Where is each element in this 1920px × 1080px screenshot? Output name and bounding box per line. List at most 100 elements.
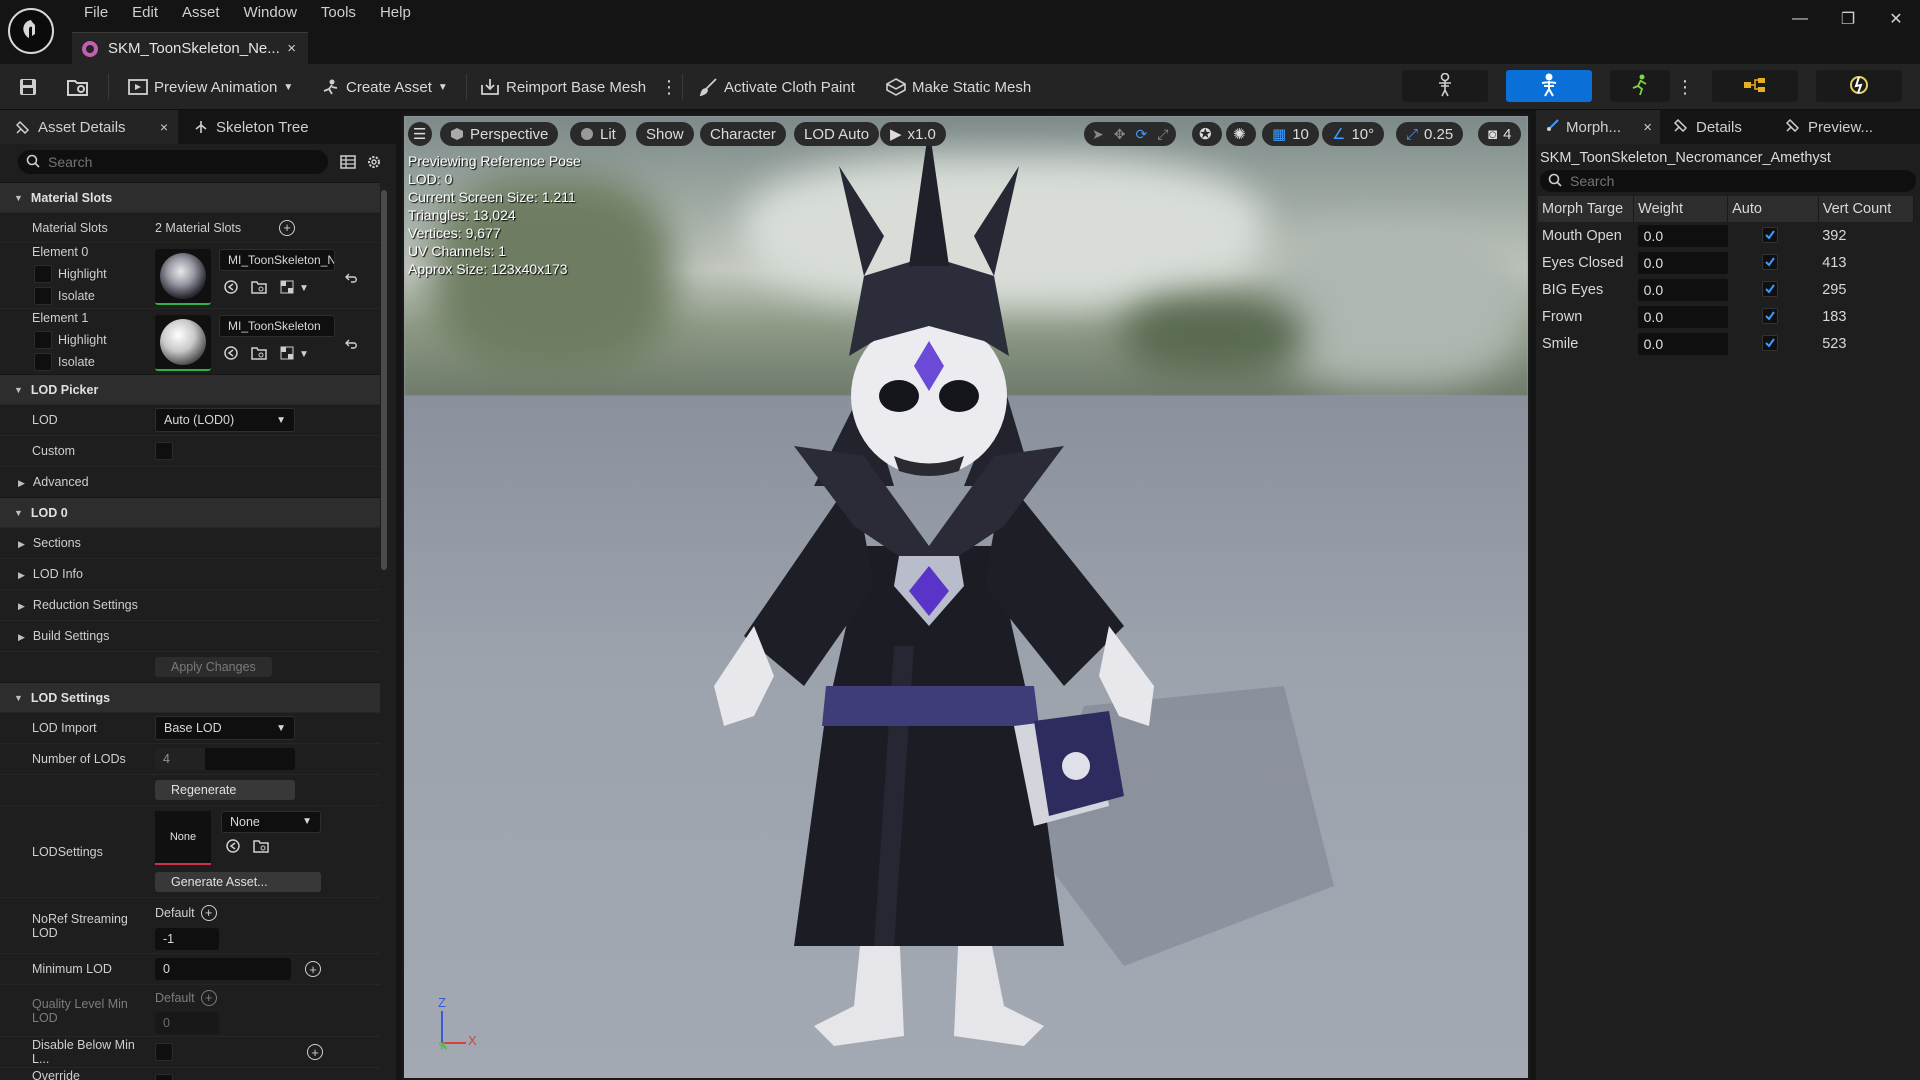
- close-icon[interactable]: ×: [1643, 119, 1652, 136]
- surface-snap-button[interactable]: ✺: [1226, 122, 1256, 146]
- reimport-options-icon[interactable]: ⋮: [660, 73, 678, 101]
- lod-info-row[interactable]: ▶ LOD Info: [0, 558, 380, 589]
- sections-row[interactable]: ▶ Sections: [0, 527, 380, 558]
- preview-viewport[interactable]: ☰ Perspective Lit Show Character LOD Aut…: [402, 114, 1530, 1080]
- tab-preview-settings[interactable]: Preview...: [1782, 110, 1883, 144]
- checker-texture-icon[interactable]: [279, 345, 295, 364]
- viewport-options-button[interactable]: ☰: [408, 122, 432, 146]
- apply-changes-button[interactable]: Apply Changes: [155, 657, 272, 677]
- auto-checkbox[interactable]: [1761, 226, 1778, 243]
- morph-search[interactable]: [1540, 170, 1916, 192]
- create-asset-button[interactable]: Create Asset ▼: [320, 73, 448, 101]
- playback-speed-button[interactable]: ▶ x1.0: [880, 122, 946, 146]
- preview-animation-button[interactable]: Preview Animation ▼: [128, 73, 293, 101]
- reset-to-default-icon[interactable]: [345, 337, 359, 371]
- weight-field[interactable]: 0.0: [1637, 305, 1728, 328]
- lod-import-dropdown[interactable]: Base LOD ▼: [155, 716, 295, 740]
- category-lod-settings[interactable]: ▼ LOD Settings: [0, 682, 380, 712]
- save-icon[interactable]: [14, 73, 42, 101]
- character-button[interactable]: Character: [700, 122, 786, 146]
- menu-file[interactable]: File: [72, 0, 120, 26]
- column-auto[interactable]: Auto: [1727, 196, 1819, 222]
- regenerate-button[interactable]: Regenerate: [155, 780, 295, 800]
- weight-field[interactable]: 0.0: [1637, 224, 1728, 247]
- quality-level-min-lod-field[interactable]: 0: [155, 1011, 219, 1034]
- isolate-checkbox[interactable]: [34, 287, 52, 305]
- make-static-mesh-button[interactable]: Make Static Mesh: [886, 73, 1031, 101]
- add-material-slot-icon[interactable]: +: [279, 219, 295, 236]
- animation-mode-button[interactable]: [1610, 70, 1670, 102]
- auto-checkbox[interactable]: [1761, 280, 1778, 297]
- camera-speed-button[interactable]: ◙ 4: [1478, 122, 1522, 146]
- category-material-slots[interactable]: ▼ Material Slots: [0, 182, 380, 212]
- material-picker[interactable]: MI_ToonSkeleton: [219, 315, 335, 337]
- chevron-down-icon[interactable]: ▼: [299, 283, 309, 294]
- skeleton-character-mesh[interactable]: [564, 126, 1384, 1076]
- disable-below-min-lod-checkbox[interactable]: [155, 1043, 173, 1061]
- browse-folder-icon[interactable]: [251, 279, 267, 298]
- scale-icon[interactable]: ⤢: [1157, 126, 1168, 143]
- column-weight[interactable]: Weight: [1633, 196, 1729, 222]
- minimum-lod-field[interactable]: 0: [155, 958, 291, 980]
- isolate-checkbox[interactable]: [34, 353, 52, 371]
- gear-icon[interactable]: [366, 154, 382, 173]
- close-window-button[interactable]: ✕: [1872, 0, 1920, 38]
- skeleton-mode-button[interactable]: [1402, 70, 1488, 102]
- use-selected-icon[interactable]: [225, 838, 241, 857]
- chevron-down-icon[interactable]: ▼: [299, 349, 309, 360]
- menu-help[interactable]: Help: [368, 0, 423, 26]
- activate-cloth-paint-button[interactable]: Activate Cloth Paint: [698, 73, 855, 101]
- reset-to-default-icon[interactable]: [345, 271, 359, 305]
- custom-checkbox[interactable]: [155, 442, 173, 460]
- show-button[interactable]: Show: [636, 122, 694, 146]
- tab-details[interactable]: Details: [1660, 110, 1782, 144]
- menu-asset[interactable]: Asset: [170, 0, 232, 26]
- category-lod-picker[interactable]: ▼ LOD Picker: [0, 374, 380, 404]
- browse-folder-icon[interactable]: [251, 345, 267, 364]
- details-scrollbar[interactable]: [381, 190, 387, 570]
- material-thumbnail[interactable]: [155, 315, 211, 371]
- checker-texture-icon[interactable]: [279, 279, 295, 298]
- highlight-checkbox[interactable]: [34, 331, 52, 349]
- weight-field[interactable]: 0.0: [1637, 251, 1728, 274]
- details-search[interactable]: [18, 150, 328, 174]
- perspective-button[interactable]: Perspective: [440, 122, 559, 146]
- browse-folder-icon[interactable]: [253, 838, 269, 857]
- advanced-row[interactable]: ▶ Advanced: [0, 466, 380, 497]
- table-row[interactable]: Eyes Closed 0.0 413: [1538, 249, 1914, 276]
- details-search-input[interactable]: [48, 154, 298, 170]
- move-icon[interactable]: ✥: [1114, 126, 1126, 143]
- weight-field[interactable]: 0.0: [1637, 332, 1728, 355]
- rotation-snap-button[interactable]: ∠ 10°: [1322, 122, 1385, 146]
- scale-snap-button[interactable]: ⤢ 0.25: [1396, 122, 1464, 146]
- browse-asset-icon[interactable]: [64, 73, 92, 101]
- add-override-icon[interactable]: +: [200, 989, 217, 1006]
- weight-field[interactable]: 0.0: [1637, 278, 1728, 301]
- tab-asset-details[interactable]: Asset Details ×: [0, 110, 178, 144]
- menu-tools[interactable]: Tools: [309, 0, 368, 26]
- add-override-icon[interactable]: +: [305, 961, 321, 977]
- auto-checkbox[interactable]: [1761, 307, 1778, 324]
- use-selected-icon[interactable]: [223, 345, 239, 364]
- table-view-icon[interactable]: [340, 154, 356, 173]
- grid-snap-button[interactable]: ▦ 10: [1262, 122, 1319, 146]
- menu-edit[interactable]: Edit: [120, 0, 170, 26]
- physics-mode-button[interactable]: [1816, 70, 1902, 102]
- select-arrow-icon[interactable]: ➤: [1092, 126, 1104, 143]
- column-vert-count[interactable]: Vert Count: [1818, 196, 1915, 222]
- table-row[interactable]: Frown 0.0 183: [1538, 303, 1914, 330]
- menu-window[interactable]: Window: [232, 0, 309, 26]
- tab-morph-targets[interactable]: Morph... ×: [1536, 110, 1660, 144]
- table-row[interactable]: Mouth Open 0.0 392: [1538, 222, 1914, 249]
- generate-asset-button[interactable]: Generate Asset...: [155, 871, 321, 892]
- lod-auto-button[interactable]: LOD Auto: [794, 122, 880, 146]
- lodsettings-thumbnail[interactable]: None: [155, 810, 211, 865]
- lit-button[interactable]: Lit: [570, 122, 626, 146]
- category-lod-0[interactable]: ▼ LOD 0: [0, 497, 380, 527]
- reduction-settings-row[interactable]: ▶ Reduction Settings: [0, 589, 380, 620]
- noref-streaming-lod-field[interactable]: -1: [155, 927, 219, 950]
- close-icon[interactable]: ×: [160, 119, 168, 135]
- highlight-checkbox[interactable]: [34, 265, 52, 283]
- tab-skeleton-tree[interactable]: Skeleton Tree: [178, 110, 321, 144]
- auto-checkbox[interactable]: [1761, 253, 1778, 270]
